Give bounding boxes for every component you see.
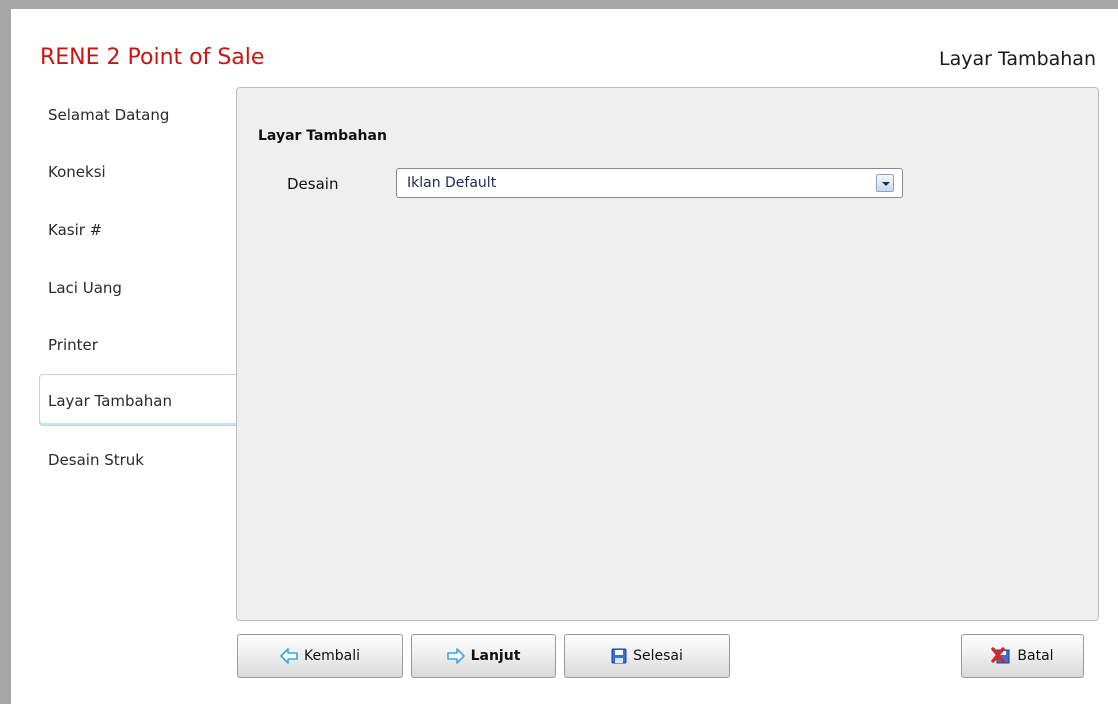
arrow-right-icon (446, 648, 465, 664)
finish-button-label: Selesai (633, 648, 683, 664)
desain-label: Desain (287, 175, 339, 193)
sidebar-item-kasir[interactable]: Kasir # (48, 218, 102, 242)
panel-heading: Layar Tambahan (258, 128, 387, 144)
chevron-down-icon[interactable] (876, 174, 894, 192)
back-button-label: Kembali (304, 648, 360, 664)
page-heading: Layar Tambahan (938, 48, 1096, 70)
next-button[interactable]: Lanjut (411, 634, 556, 678)
cancel-button-label: Batal (1017, 648, 1054, 664)
back-button[interactable]: Kembali (237, 634, 403, 678)
cancel-icon (991, 647, 1011, 665)
sidebar-item-printer[interactable]: Printer (48, 333, 98, 357)
desain-select[interactable]: Iklan Default (396, 168, 903, 198)
sidebar-item-desain-struk[interactable]: Desain Struk (48, 448, 144, 472)
sidebar-item-layar-tambahan[interactable]: Layar Tambahan (48, 389, 172, 413)
sidebar-item-selamat-datang[interactable]: Selamat Datang (48, 103, 169, 127)
desain-select-value: Iklan Default (407, 175, 497, 191)
window-frame-left (0, 0, 11, 704)
save-icon (611, 648, 627, 664)
arrow-left-icon (280, 648, 298, 664)
window-frame-top (0, 0, 1118, 9)
finish-button[interactable]: Selesai (564, 634, 730, 678)
next-button-label: Lanjut (470, 648, 521, 664)
cancel-button[interactable]: Batal (961, 634, 1084, 678)
app-title: RENE 2 Point of Sale (40, 45, 265, 70)
sidebar-item-koneksi[interactable]: Koneksi (48, 160, 106, 184)
sidebar-item-laci-uang[interactable]: Laci Uang (48, 276, 122, 300)
